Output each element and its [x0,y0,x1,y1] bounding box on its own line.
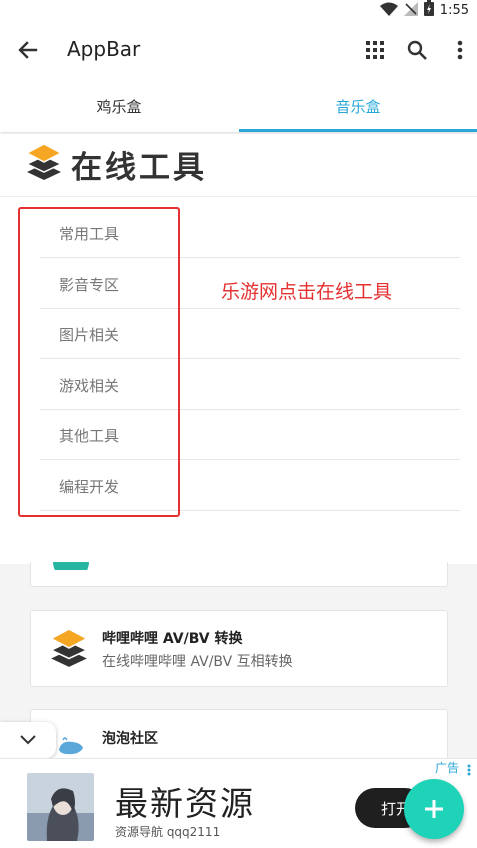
tool-list: 哔哩哔哩 AV/BV 转换 在线哔哩哔哩 AV/BV 互相转换 泡泡社区 [0,562,477,769]
ad-tag: 广告 [434,761,459,775]
tab-indicator [239,129,477,132]
chevron-down-icon [20,735,36,745]
tool-card-bilibili[interactable]: 哔哩哔哩 AV/BV 转换 在线哔哩哔哩 AV/BV 互相转换 [30,610,448,687]
layers-logo-icon [25,142,63,186]
highlight-box [18,207,180,517]
back-arrow-icon[interactable] [14,36,42,64]
plus-icon [425,800,443,818]
app-bar-title: AppBar [67,37,141,61]
grid-icon[interactable] [361,36,389,64]
status-bar: 1:55 [0,0,477,20]
tab-jilehe[interactable]: 鸡乐盒 [0,80,238,132]
wifi-icon [379,1,398,20]
brand-header[interactable]: 在线工具 [25,142,207,186]
tool-card-partial[interactable] [30,562,448,587]
ad-thumbnail [27,773,94,841]
app-bar: AppBar [0,20,477,80]
divider [0,196,477,197]
collapse-button[interactable] [0,722,56,758]
tab-bar: 鸡乐盒 音乐盒 [0,80,477,132]
ad-subtitle: 资源导航 qqq2111 [115,825,221,839]
search-icon[interactable] [403,36,431,64]
tool-card-desc: 在线哔哩哔哩 AV/BV 互相转换 [102,654,293,670]
more-vert-icon[interactable] [446,36,474,64]
ad-menu-icon[interactable] [467,761,471,776]
layers-icon [49,627,89,673]
tool-card-title: 哔哩哔哩 AV/BV 转换 [102,631,243,647]
tool-card-title: 泡泡社区 [102,731,158,747]
tab-yinyuehe[interactable]: 音乐盒 [239,80,477,132]
battery-charging-icon [423,0,434,20]
whale-icon [57,736,85,760]
add-fab[interactable] [404,779,464,839]
tab-label: 鸡乐盒 [96,97,142,116]
brand-title: 在线工具 [71,149,207,186]
no-signal-icon [403,1,418,20]
ad-headline: 最新资源 [115,784,255,823]
tool-icon [53,562,89,570]
tab-label: 音乐盒 [335,97,381,116]
annotation-text: 乐游网点击在线工具 [221,281,393,303]
status-time: 1:55 [439,2,469,18]
